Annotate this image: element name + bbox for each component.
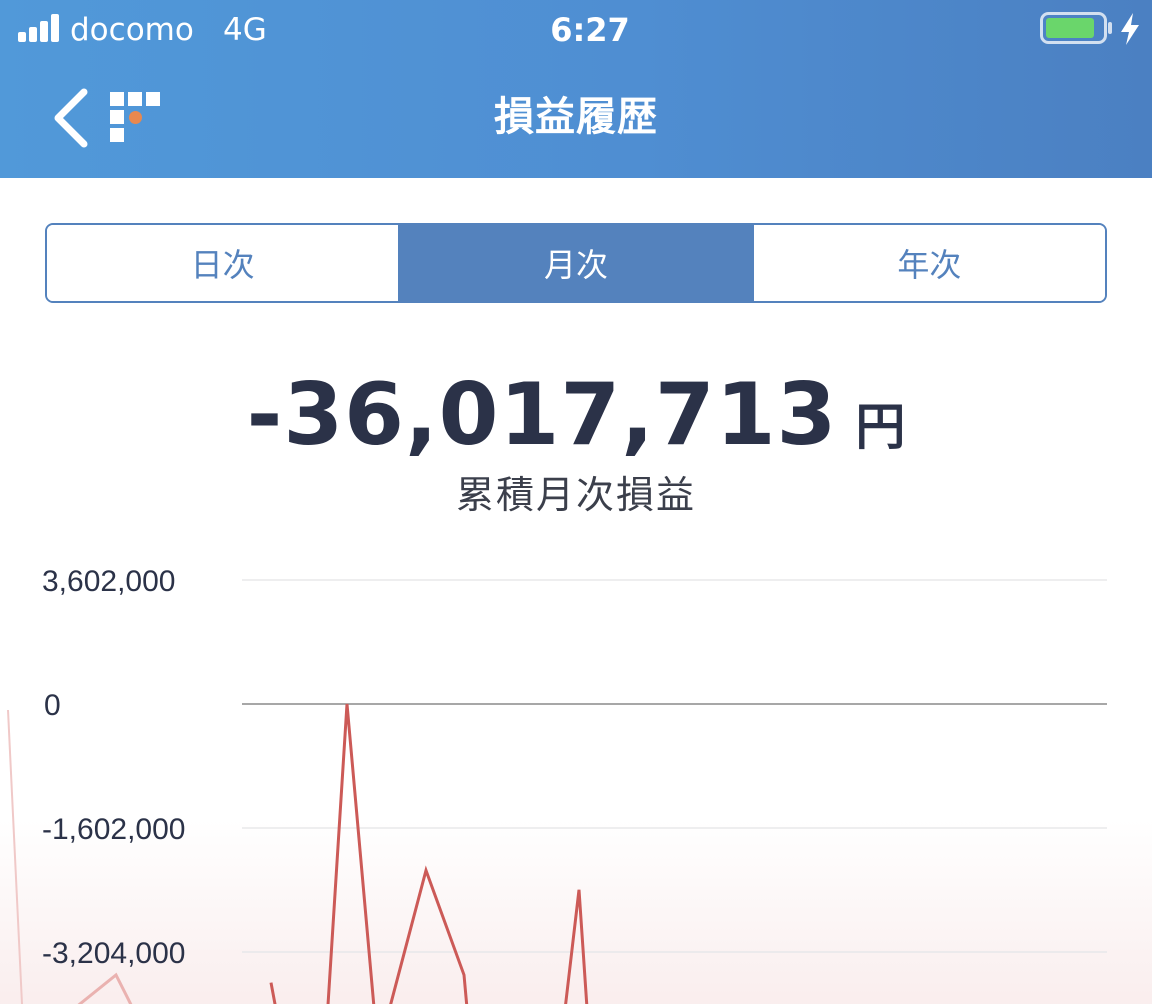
app-header: docomo 4G 6:27 損益履歴 bbox=[0, 0, 1152, 178]
summary-block: -36,017,713 円 累積月次損益 bbox=[0, 365, 1152, 521]
y-axis-tick-label: 3,602,000 bbox=[42, 565, 175, 598]
battery-icon bbox=[1040, 12, 1112, 44]
page-title: 損益履歴 bbox=[494, 94, 658, 140]
status-time: 6:27 bbox=[550, 11, 630, 49]
total-unit: 円 bbox=[855, 398, 906, 456]
y-axis-tick-label: -3,204,000 bbox=[42, 937, 185, 970]
period-segmented-control: 日次 月次 年次 bbox=[45, 223, 1107, 303]
segment-daily[interactable]: 日次 bbox=[47, 225, 399, 301]
total-label: 累積月次損益 bbox=[455, 473, 696, 517]
y-axis-tick-label: 0 bbox=[44, 689, 61, 722]
total-value: -36,017,713 bbox=[246, 365, 838, 465]
status-bar: docomo 4G 6:27 bbox=[0, 0, 1152, 60]
charging-bolt-icon bbox=[1121, 13, 1139, 45]
profit-loss-chart: 3,602,000 0 -1,602,000 -3,204,000 bbox=[0, 540, 1152, 1004]
total-amount: -36,017,713 円 bbox=[247, 365, 906, 465]
y-axis-tick-label: -1,602,000 bbox=[42, 813, 185, 846]
segment-monthly[interactable]: 月次 bbox=[398, 225, 752, 301]
chart-canvas: 3,602,000 0 -1,602,000 -3,204,000 bbox=[0, 565, 1152, 1004]
segment-yearly[interactable]: 年次 bbox=[751, 225, 1105, 301]
navigation-bar: 損益履歴 bbox=[0, 60, 1152, 178]
